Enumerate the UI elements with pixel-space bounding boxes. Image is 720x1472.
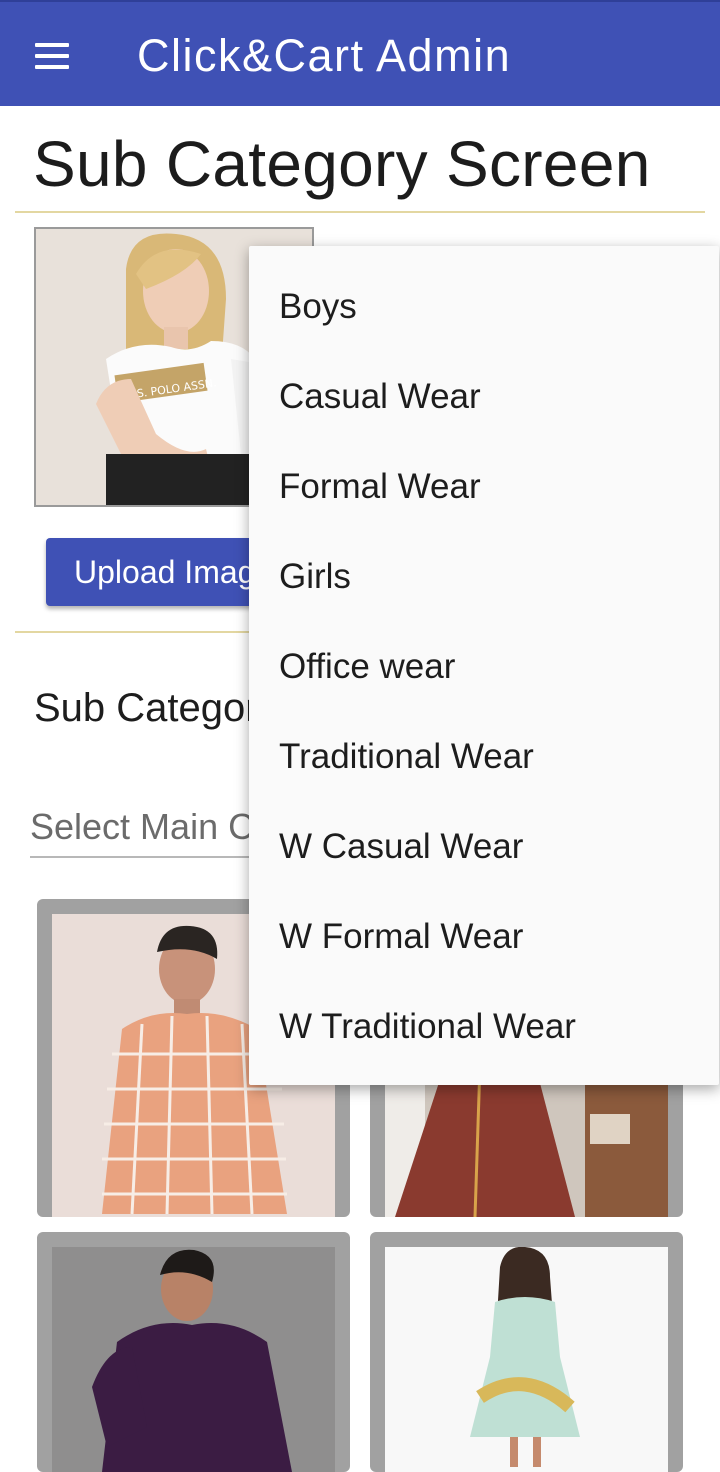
- dropdown-option[interactable]: Formal Wear: [279, 467, 481, 507]
- app-bar: Click&Cart Admin: [0, 0, 720, 106]
- product-card[interactable]: [37, 1232, 350, 1472]
- purple-shirt-image: [52, 1247, 335, 1472]
- dropdown-option[interactable]: Office wear: [279, 647, 455, 687]
- divider: [15, 211, 705, 213]
- dropdown-option[interactable]: Traditional Wear: [279, 737, 534, 777]
- main-category-dropdown: Boys Casual Wear Formal Wear Girls Offic…: [249, 246, 719, 1085]
- sub-category-label: Sub Category: [34, 686, 279, 730]
- dropdown-option[interactable]: W Casual Wear: [279, 827, 523, 867]
- dropdown-option[interactable]: Boys: [279, 287, 357, 327]
- menu-icon[interactable]: [35, 43, 71, 69]
- dropdown-option[interactable]: W Traditional Wear: [279, 1007, 576, 1047]
- dropdown-option[interactable]: Casual Wear: [279, 377, 481, 417]
- girls-dress-image: [385, 1247, 668, 1472]
- page-title: Sub Category Screen: [33, 128, 651, 200]
- product-card[interactable]: [370, 1232, 683, 1472]
- app-title: Click&Cart Admin: [137, 30, 512, 81]
- dropdown-option[interactable]: Girls: [279, 557, 351, 597]
- dropdown-option[interactable]: W Formal Wear: [279, 917, 523, 957]
